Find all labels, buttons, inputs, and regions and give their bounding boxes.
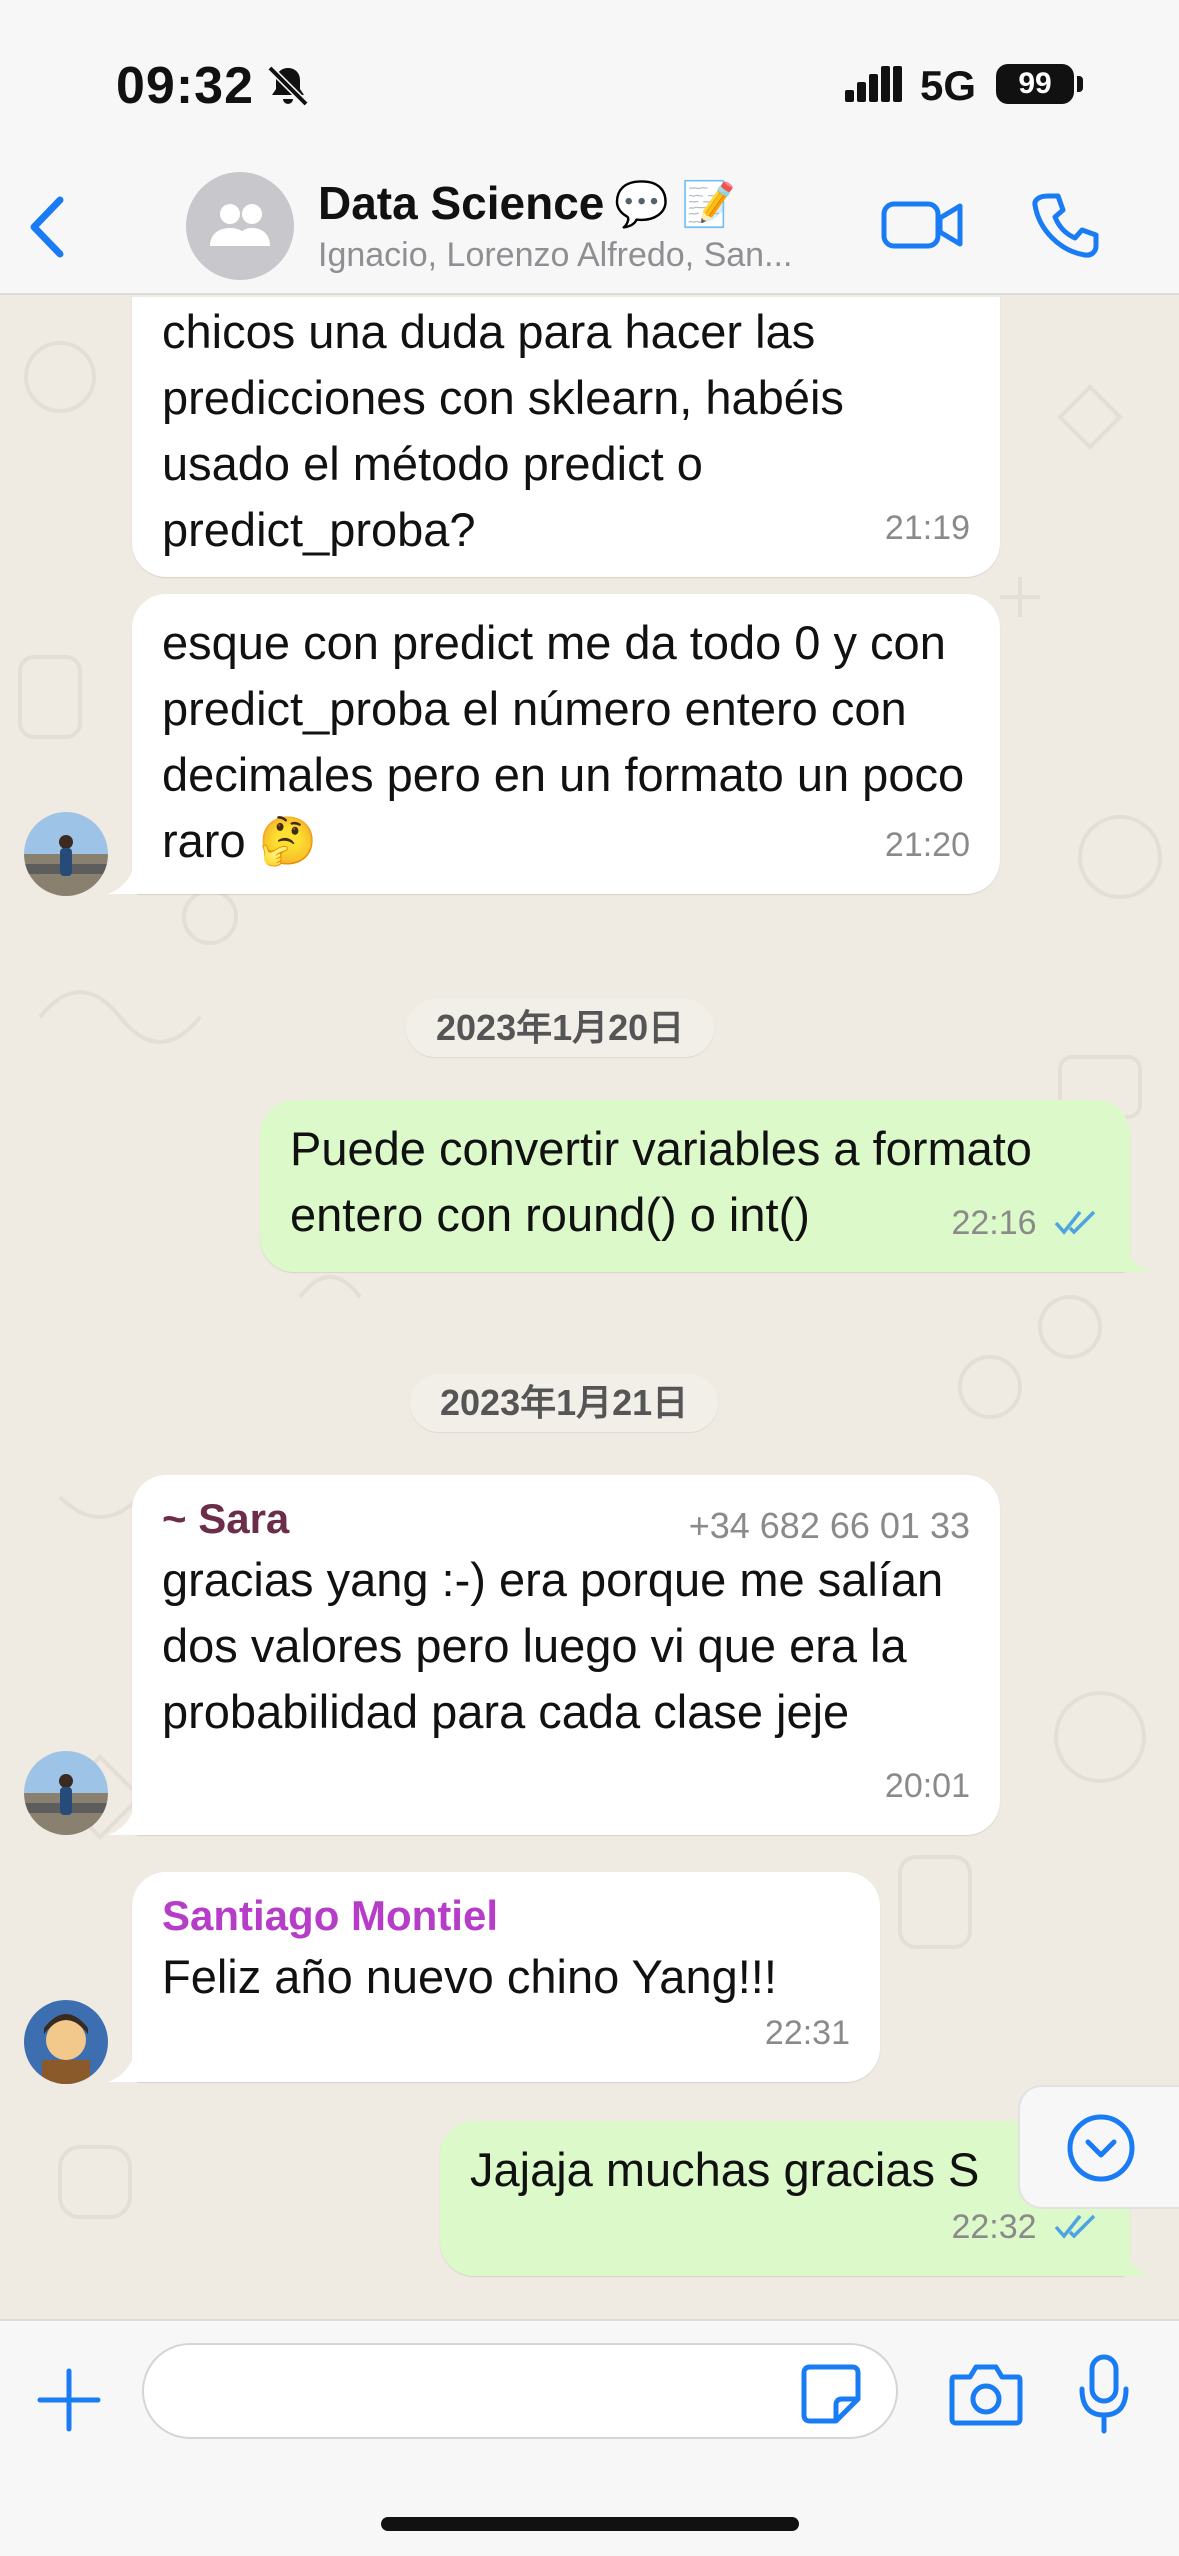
- avatar[interactable]: [24, 1751, 108, 1835]
- bubble-tail: [1110, 2236, 1150, 2276]
- video-call-icon[interactable]: [880, 190, 964, 260]
- bubble-tail: [108, 1795, 148, 1835]
- back-chevron-icon[interactable]: [22, 192, 72, 262]
- message-bubble[interactable]: Puede convertir variables a formato ente…: [260, 1100, 1130, 1272]
- avatar-photo: [24, 2000, 108, 2084]
- status-bar: 09:32 5G 99: [0, 0, 1179, 160]
- network-type: 5G: [920, 62, 977, 109]
- title-emoji: 💬 📝: [614, 180, 737, 229]
- message-text: Jajaja muchas gracias S: [470, 2143, 980, 2196]
- battery-level: 99: [996, 64, 1074, 104]
- scroll-down-icon: [1067, 2114, 1135, 2182]
- home-indicator[interactable]: [381, 2517, 799, 2531]
- phone-call-icon[interactable]: [1030, 190, 1100, 260]
- message-input[interactable]: [142, 2343, 898, 2439]
- avatar-photo: [24, 1751, 108, 1835]
- bubble-tail: [108, 2042, 148, 2082]
- message-bubble[interactable]: ~ Sara +34 682 66 01 33 gracias yang :-)…: [132, 1475, 1000, 1835]
- date-separator: 2023年1月20日: [406, 999, 715, 1057]
- chat-title-text: Data Science: [318, 177, 605, 229]
- message-time: 22:32: [951, 2208, 1037, 2246]
- bubble-tail: [108, 854, 148, 894]
- message-time: 22:31: [764, 2014, 850, 2052]
- date-separator: 2023年1月21日: [410, 1374, 719, 1432]
- message-bubble[interactable]: Santiago Montiel Feliz año nuevo chino Y…: [132, 1872, 880, 2082]
- signal-icon: [845, 66, 902, 102]
- message-bubble[interactable]: chicos una duda para hacer las prediccio…: [132, 297, 1000, 577]
- chat-title[interactable]: Data Science 💬 📝: [318, 176, 736, 230]
- plus-icon[interactable]: [36, 2367, 102, 2433]
- microphone-icon[interactable]: [1076, 2353, 1132, 2435]
- message-bubble[interactable]: esque con predict me da todo 0 y con pre…: [132, 594, 1000, 894]
- message-text: Puede convertir variables a formato ente…: [290, 1122, 1032, 1241]
- message-text: chicos una duda para hacer las prediccio…: [162, 305, 844, 556]
- sender-phone: +34 682 66 01 33: [688, 1505, 970, 1546]
- sticker-icon[interactable]: [800, 2363, 862, 2425]
- composer-bar: [0, 2319, 1179, 2556]
- avatar-photo: [24, 812, 108, 896]
- scroll-to-bottom-button[interactable]: [1018, 2085, 1179, 2209]
- message-time: 21:20: [884, 826, 970, 864]
- message-meta: 22:16: [951, 1190, 1100, 1256]
- camera-icon[interactable]: [948, 2359, 1024, 2427]
- bubble-tail: [1110, 1232, 1150, 1272]
- avatar[interactable]: [24, 2000, 108, 2084]
- battery-tip: [1077, 76, 1083, 92]
- chat-participants[interactable]: Ignacio, Lorenzo Alfredo, San...: [318, 236, 858, 275]
- bell-slash-icon: [267, 65, 309, 107]
- message-time: 20:01: [884, 1767, 970, 1805]
- message-time: 21:19: [884, 509, 970, 547]
- group-avatar-icon: [210, 204, 270, 246]
- sender-name[interactable]: Santiago Montiel: [162, 1888, 850, 1944]
- read-ticks-icon: [1054, 1210, 1096, 1235]
- chat-header: Data Science 💬 📝 Ignacio, Lorenzo Alfredo…: [0, 160, 1179, 295]
- message-time: 22:16: [951, 1204, 1037, 1242]
- read-ticks-icon: [1054, 2214, 1096, 2239]
- message-text: Feliz año nuevo chino Yang!!!: [162, 1950, 777, 2003]
- status-time: 09:32: [116, 57, 254, 115]
- avatar[interactable]: [24, 812, 108, 896]
- group-avatar[interactable]: [186, 172, 294, 280]
- chat-area[interactable]: chicos una duda para hacer las prediccio…: [0, 297, 1179, 2319]
- message-text: gracias yang :-) era porque me salían do…: [162, 1553, 944, 1738]
- message-text: esque con predict me da todo 0 y con pre…: [162, 616, 965, 867]
